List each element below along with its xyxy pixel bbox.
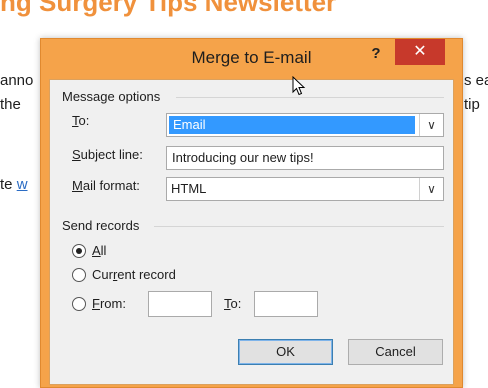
radio-all-label: ll [100, 243, 107, 258]
from-record-input[interactable] [148, 291, 212, 317]
chevron-down-icon[interactable]: ∨ [419, 114, 443, 136]
mail-format-dropdown[interactable]: HTML ∨ [166, 177, 444, 201]
help-button[interactable]: ? [361, 41, 391, 67]
to-record-label-text: o: [230, 296, 242, 311]
radio-current-label-pre: Cur [92, 267, 113, 282]
mail-format-accesskey: M [72, 178, 83, 193]
radio-from-label: rom: [99, 296, 126, 311]
document-link[interactable]: w [17, 176, 28, 193]
subject-line-input[interactable]: Introducing our new tips! [166, 146, 444, 170]
to-label: To: [72, 113, 89, 128]
chevron-down-icon[interactable]: ∨ [419, 178, 443, 200]
group-divider [154, 226, 444, 227]
merge-to-email-dialog: Merge to E-mail ? ✕ Message options To: … [40, 38, 463, 388]
document-text-fragment: the [0, 96, 21, 113]
message-options-label: Message options [62, 89, 161, 104]
radio-from-accesskey: F [92, 296, 100, 311]
document-heading: ng Surgery Tips Newsletter [0, 0, 337, 17]
to-label-text: o: [78, 113, 90, 128]
mail-format-value: HTML [171, 181, 207, 196]
subject-label-accesskey: S [72, 147, 81, 162]
subject-label-text: ubject line: [80, 147, 143, 162]
send-records-label: Send records [62, 218, 140, 233]
radio-from-button[interactable] [72, 296, 86, 311]
close-button[interactable]: ✕ [395, 39, 445, 65]
dialog-body: Message options To: Email ∨ Subject line… [49, 79, 454, 385]
mouse-pointer-icon [292, 76, 306, 96]
to-record-label: To: [224, 296, 241, 311]
subject-line-label: Subject line: [72, 147, 143, 162]
document-text: te [0, 176, 13, 193]
document-text-fragment: s ea [464, 72, 488, 89]
cancel-button[interactable]: Cancel [348, 339, 443, 365]
radio-current-record[interactable]: Cur r ent record [72, 267, 176, 282]
radio-all-button[interactable] [72, 243, 86, 258]
radio-from[interactable]: From: [72, 296, 126, 311]
to-dropdown-value: Email [169, 116, 415, 134]
mail-format-label-text: ail format: [82, 178, 140, 193]
mail-format-label: Mail format: [72, 178, 140, 193]
to-dropdown[interactable]: Email ∨ [166, 113, 444, 137]
document-text-fragment: te w [0, 176, 28, 193]
radio-all[interactable]: All [72, 243, 106, 258]
title-bar[interactable]: Merge to E-mail ? ✕ [41, 39, 462, 79]
radio-current-button[interactable] [72, 267, 86, 282]
group-divider [176, 97, 444, 98]
radio-current-label-rest: ent record [117, 267, 176, 282]
document-text-fragment: tip [464, 96, 480, 113]
document-text-fragment: anno [0, 72, 34, 89]
radio-all-accesskey: A [92, 243, 101, 258]
ok-button[interactable]: OK [238, 339, 333, 365]
to-record-input[interactable] [254, 291, 318, 317]
